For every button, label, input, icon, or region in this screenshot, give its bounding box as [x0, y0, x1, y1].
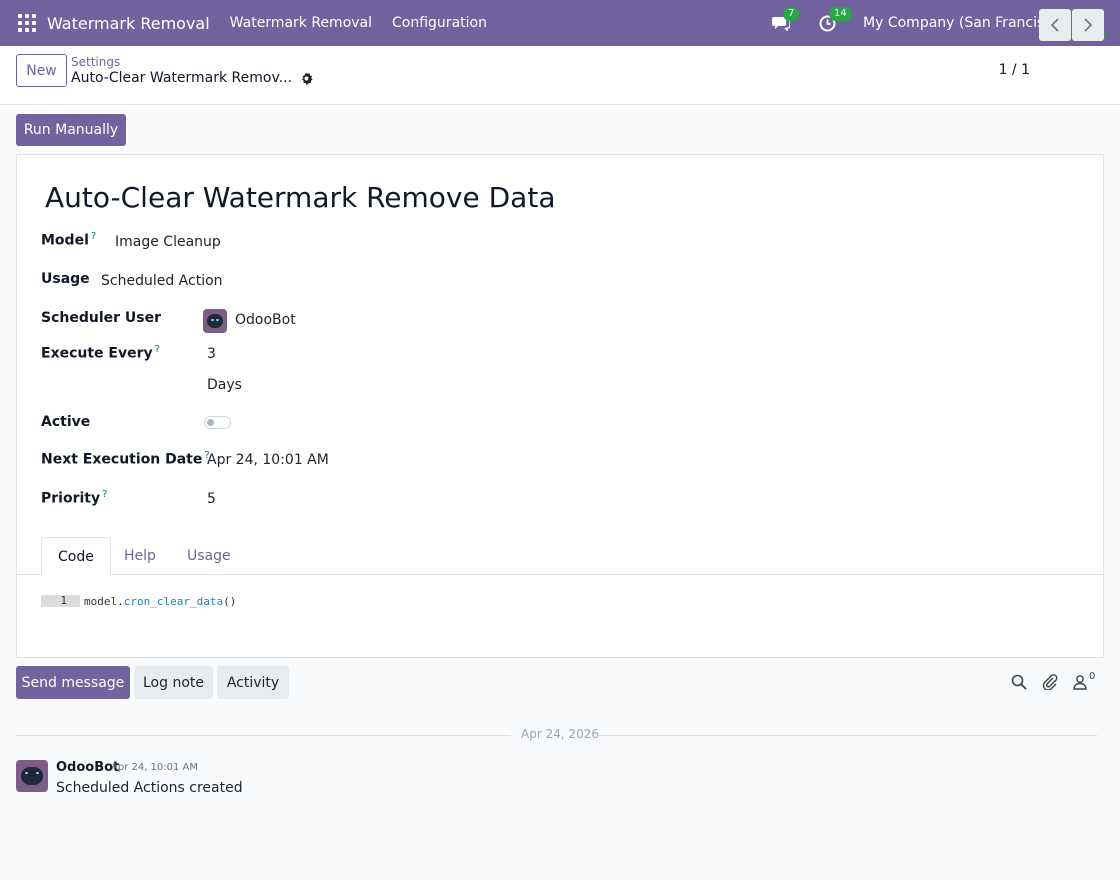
apps-grid-icon[interactable]: [18, 14, 36, 32]
model-field: Image Cleanup: [115, 234, 221, 250]
robot-face-icon: [207, 314, 223, 328]
activity-button[interactable]: Activity: [217, 666, 289, 699]
message-author-avatar[interactable]: [16, 760, 48, 792]
breadcrumb-current: Auto-Clear Watermark Remov...: [71, 70, 313, 86]
code-object: model: [84, 594, 118, 608]
usage-label: Usage: [41, 271, 90, 287]
breadcrumb-settings[interactable]: Settings: [71, 55, 120, 69]
usage-field[interactable]: Scheduled Action: [101, 273, 223, 289]
messages-systray[interactable]: 7: [771, 7, 800, 33]
top-navbar: Watermark Removal Watermark Removal Conf…: [0, 0, 1120, 46]
robot-face-icon: [21, 767, 43, 785]
priority-label-text: Priority: [41, 490, 101, 507]
app-name[interactable]: Watermark Removal: [47, 14, 210, 33]
pager-previous-button[interactable]: [1039, 9, 1071, 41]
activities-systray[interactable]: 14: [817, 7, 852, 33]
log-note-button[interactable]: Log note: [134, 666, 213, 699]
active-toggle[interactable]: [204, 416, 231, 429]
form-sheet: Auto-Clear Watermark Remove Data Model? …: [16, 154, 1104, 658]
paperclip-icon[interactable]: [1042, 674, 1058, 690]
date-separator: Apr 24, 2026: [521, 727, 600, 741]
new-button[interactable]: New: [16, 54, 67, 87]
record-title[interactable]: Auto-Clear Watermark Remove Data: [45, 181, 555, 214]
activities-badge: 14: [829, 7, 852, 21]
toggle-knob: [207, 419, 214, 426]
chevron-right-icon: [1084, 18, 1093, 32]
followers-count: 0: [1089, 671, 1096, 682]
code-method: cron_clear_data: [123, 594, 224, 608]
active-label: Active: [41, 414, 91, 430]
next-execution-label-text: Next Execution Date: [41, 451, 203, 468]
pager-next-button[interactable]: [1072, 9, 1104, 41]
code-line: model.cron_clear_data(): [84, 595, 236, 608]
notebook-tabs: Code Help Usage: [17, 537, 1103, 576]
code-parens: (): [223, 594, 237, 608]
help-tooltip-icon[interactable]: ?: [102, 489, 107, 500]
message-author[interactable]: OdooBot: [56, 760, 119, 775]
priority-field[interactable]: 5: [207, 491, 216, 507]
code-editor[interactable]: 1 model.cron_clear_data(): [41, 594, 236, 608]
user-icon[interactable]: [1072, 674, 1088, 690]
date-separator-line-left: [16, 735, 511, 736]
help-tooltip-icon[interactable]: ?: [91, 231, 96, 242]
search-icon[interactable]: [1011, 674, 1027, 690]
interval-type-field[interactable]: Days: [207, 377, 242, 393]
scheduler-user-field[interactable]: OdooBot: [235, 312, 296, 328]
next-execution-label: Next Execution Date?: [41, 450, 210, 468]
breadcrumb-current-label: Auto-Clear Watermark Remov...: [71, 70, 293, 86]
menu-watermark-removal[interactable]: Watermark Removal: [230, 15, 372, 31]
scheduler-user-label: Scheduler User: [41, 310, 162, 326]
menu-configuration[interactable]: Configuration: [392, 15, 487, 31]
send-message-button[interactable]: Send message: [16, 666, 130, 699]
code-line-number: 1: [41, 595, 80, 607]
tab-code[interactable]: Code: [41, 537, 111, 576]
control-panel: New Settings Auto-Clear Watermark Remov.…: [0, 46, 1120, 105]
scheduler-user-avatar: [203, 309, 227, 333]
message-body: Scheduled Actions created: [56, 780, 243, 796]
run-manually-button[interactable]: Run Manually: [16, 114, 126, 146]
chevron-left-icon: [1050, 18, 1059, 32]
execute-every-label: Execute Every?: [41, 344, 160, 362]
model-label-text: Model: [41, 232, 89, 249]
tab-help[interactable]: Help: [108, 537, 172, 576]
priority-label: Priority?: [41, 489, 107, 507]
model-label: Model?: [41, 231, 96, 249]
message-date: Apr 24, 10:01 AM: [111, 762, 199, 773]
help-tooltip-icon[interactable]: ?: [155, 344, 160, 355]
pager-value: 1 / 1: [998, 62, 1030, 78]
execute-every-label-text: Execute Every: [41, 345, 153, 362]
date-separator-line-right: [599, 735, 1097, 736]
tab-usage[interactable]: Usage: [171, 537, 247, 576]
gear-icon[interactable]: [300, 71, 313, 85]
code-dot: .: [117, 594, 124, 608]
interval-number-field[interactable]: 3: [207, 346, 216, 362]
company-switcher[interactable]: My Company (San Francisco): [863, 15, 1066, 31]
messages-badge: 7: [783, 7, 800, 21]
next-execution-field[interactable]: Apr 24, 10:01 AM: [207, 452, 329, 468]
